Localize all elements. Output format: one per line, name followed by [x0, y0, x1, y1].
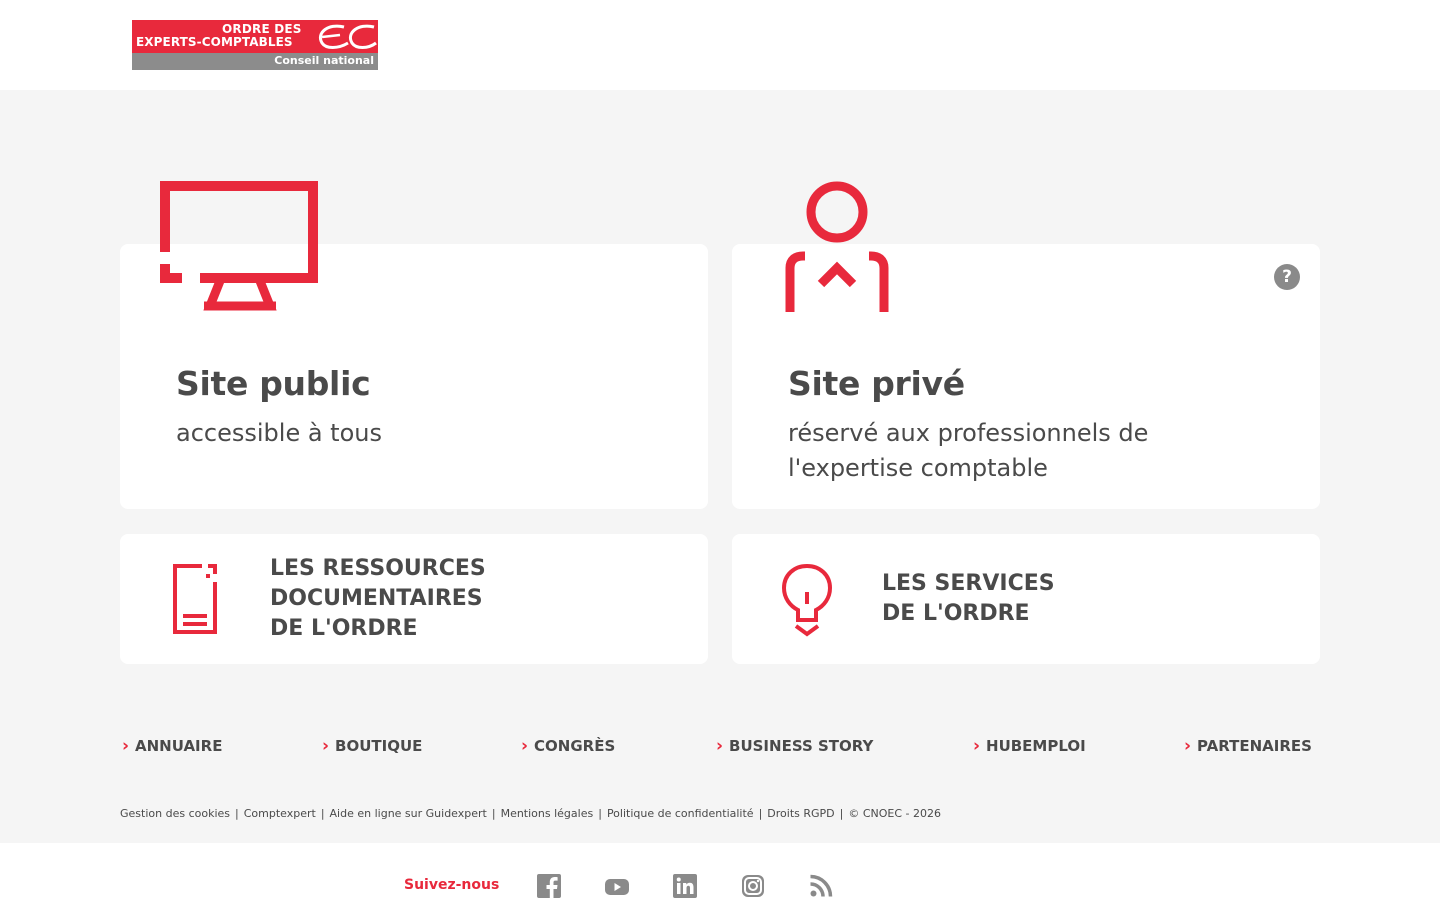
- legal-link-comptexpert[interactable]: Comptexpert: [244, 807, 316, 820]
- site-prive-subtitle: réservé aux professionnels de l'expertis…: [788, 419, 1149, 482]
- site-public-title: Site public: [176, 364, 371, 403]
- logo-red-band: ORDRE DES EXPERTS-COMPTABLES: [132, 20, 378, 53]
- linkedin-icon[interactable]: [672, 873, 698, 899]
- document-icon: [173, 564, 217, 634]
- ordre-experts-comptables-logo[interactable]: ORDRE DES EXPERTS-COMPTABLES Conseil nat…: [132, 20, 378, 70]
- ressources-documentaires-title: LES RESSOURCES DOCUMENTAIRES DE L'ORDRE: [270, 556, 486, 641]
- ressources-documentaires-card[interactable]: LES RESSOURCES DOCUMENTAIRES DE L'ORDRE: [120, 534, 708, 664]
- logo-line-3: Conseil national: [274, 54, 374, 67]
- chevron-right-icon: ›: [716, 736, 724, 756]
- link-boutique[interactable]: › BOUTIQUE: [322, 736, 422, 756]
- logo-line-1: ORDRE DES: [222, 22, 302, 36]
- logo-ec-mark-icon: [319, 24, 377, 49]
- legal-link-confidentialite[interactable]: Politique de confidentialité: [607, 807, 754, 820]
- chevron-right-icon: ›: [122, 736, 130, 756]
- legal-links: Gestion des cookies | Comptexpert | Aide e…: [120, 807, 942, 820]
- social-footer: Suivez-nous: [0, 843, 1440, 900]
- logo-gray-band: Conseil national: [132, 53, 378, 70]
- follow-us-label: Suivez-nous: [404, 877, 500, 893]
- services-ordre-card[interactable]: LES SERVICES DE L'ORDRE: [732, 534, 1320, 664]
- legal-link-rgpd[interactable]: Droits RGPD: [767, 807, 834, 820]
- logo-line-2: EXPERTS-COMPTABLES: [136, 35, 293, 49]
- legal-link-cookies[interactable]: Gestion des cookies: [120, 807, 230, 820]
- legal-link-mentions[interactable]: Mentions légales: [501, 807, 594, 820]
- lightbulb-icon: [782, 563, 832, 637]
- site-public-subtitle: accessible à tous: [176, 419, 382, 447]
- link-annuaire[interactable]: › ANNUAIRE: [122, 736, 222, 756]
- link-business-story[interactable]: › BUSINESS STORY: [716, 736, 873, 756]
- link-congres[interactable]: › CONGRÈS: [521, 736, 615, 756]
- monitor-icon: [160, 181, 318, 311]
- chevron-right-icon: ›: [521, 736, 529, 756]
- youtube-icon[interactable]: [604, 873, 630, 899]
- site-prive-title: Site privé: [788, 364, 965, 403]
- chevron-right-icon: ›: [1184, 736, 1192, 756]
- link-hubemploi[interactable]: › HUBEMPLOI: [973, 736, 1086, 756]
- person-icon: [785, 181, 889, 312]
- chevron-right-icon: ›: [973, 736, 981, 756]
- quick-links-nav: › ANNUAIRE › BOUTIQUE › CONGRÈS › BUSINE…: [120, 736, 1320, 758]
- site-header: ORDRE DES EXPERTS-COMPTABLES Conseil nat…: [0, 0, 1440, 90]
- help-icon[interactable]: ?: [1274, 264, 1300, 290]
- legal-link-guidexpert[interactable]: Aide en ligne sur Guidexpert: [330, 807, 487, 820]
- instagram-icon[interactable]: [740, 873, 766, 899]
- chevron-right-icon: ›: [322, 736, 330, 756]
- copyright: © CNOEC - 2026: [848, 807, 942, 820]
- services-ordre-title: LES SERVICES DE L'ORDRE: [882, 571, 1055, 626]
- facebook-icon[interactable]: [536, 873, 562, 899]
- rss-icon[interactable]: [808, 873, 834, 899]
- link-partenaires[interactable]: › PARTENAIRES: [1184, 736, 1312, 756]
